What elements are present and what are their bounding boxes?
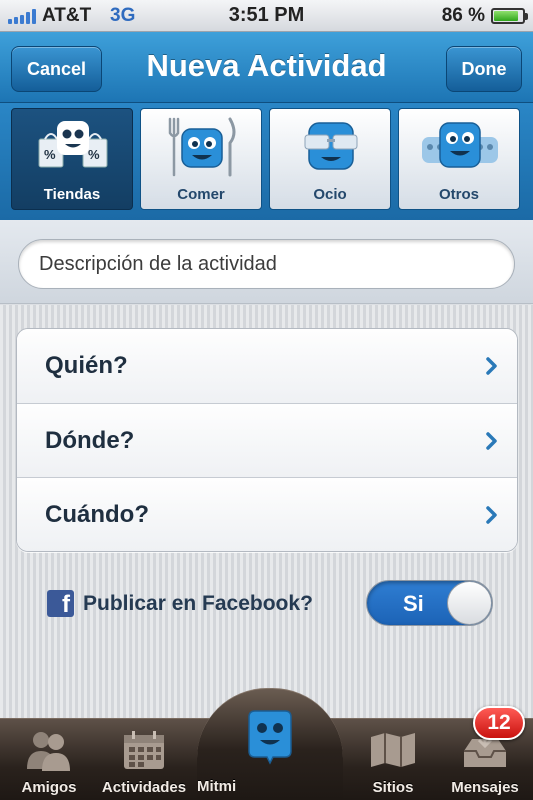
mascots-icon xyxy=(422,122,498,168)
chevron-right-icon xyxy=(486,357,497,375)
category-otros[interactable]: Otros xyxy=(398,108,520,210)
navigation-bar: Cancel Nueva Actividad Done xyxy=(0,32,533,103)
battery-fill xyxy=(494,11,519,21)
row-label: Cuándo? xyxy=(45,500,149,528)
tab-actividades[interactable]: Actividades xyxy=(98,719,190,800)
svg-text:%: % xyxy=(44,147,56,162)
description-input[interactable] xyxy=(18,239,515,289)
chevron-right-icon xyxy=(486,506,497,524)
row-quien[interactable]: Quién? xyxy=(17,329,517,403)
category-ocio[interactable]: Ocio xyxy=(269,108,391,210)
status-bar: AT&T 3G 3:51 PM 86 % xyxy=(0,0,533,32)
category-comer[interactable]: Comer xyxy=(140,108,262,210)
people-icon xyxy=(27,732,70,771)
tab-label: Mitmi xyxy=(197,778,237,795)
tab-sitios[interactable]: Sitios xyxy=(348,719,438,800)
row-label: Dónde? xyxy=(45,426,135,454)
shopping-bags-icon: % % xyxy=(38,121,108,168)
map-icon xyxy=(371,733,415,767)
chevron-right-icon xyxy=(486,432,497,450)
facebook-publish-option: f Publicar en Facebook? xyxy=(47,590,313,617)
facebook-label: Publicar en Facebook? xyxy=(83,591,313,615)
category-label: Tiendas xyxy=(43,186,101,203)
row-donde[interactable]: Dónde? xyxy=(17,403,517,477)
sunglasses-mascot-icon xyxy=(304,122,358,170)
main-content: Quién? Dónde? Cuándo? f Publicar en Face… xyxy=(0,305,533,718)
mitmi-mascot-icon xyxy=(248,710,292,765)
category-label: Otros xyxy=(438,186,479,203)
details-list: Quién? Dónde? Cuándo? xyxy=(16,328,518,552)
calendar-icon xyxy=(124,731,164,769)
cancel-button[interactable]: Cancel xyxy=(11,46,102,92)
category-label: Ocio xyxy=(313,186,347,203)
facebook-icon: f xyxy=(47,590,74,617)
toggle-label: Si xyxy=(403,591,424,616)
battery-percentage: 86 % xyxy=(441,5,485,26)
page-title: Nueva Actividad xyxy=(146,48,387,83)
fork-knife-icon xyxy=(168,117,236,177)
tab-label: Sitios xyxy=(372,779,414,796)
battery-icon xyxy=(491,8,528,24)
tab-amigos[interactable]: Amigos xyxy=(4,719,94,800)
tab-label: Actividades xyxy=(101,779,187,796)
svg-text:%: % xyxy=(88,147,100,162)
tab-label: Amigos xyxy=(21,779,77,796)
row-cuando[interactable]: Cuándo? xyxy=(17,477,517,551)
category-tiendas[interactable]: % % Tiendas xyxy=(11,108,133,210)
messages-badge: 12 xyxy=(473,706,525,740)
tab-label: Mensajes xyxy=(451,779,519,796)
row-label: Quién? xyxy=(45,352,128,379)
done-button[interactable]: Done xyxy=(446,46,522,92)
facebook-toggle[interactable]: Si xyxy=(366,580,493,626)
category-label: Comer xyxy=(177,186,225,203)
category-selector: % % Tiendas Comer Ocio Otros xyxy=(0,103,533,220)
description-section xyxy=(0,220,533,304)
toggle-knob[interactable] xyxy=(447,581,492,625)
